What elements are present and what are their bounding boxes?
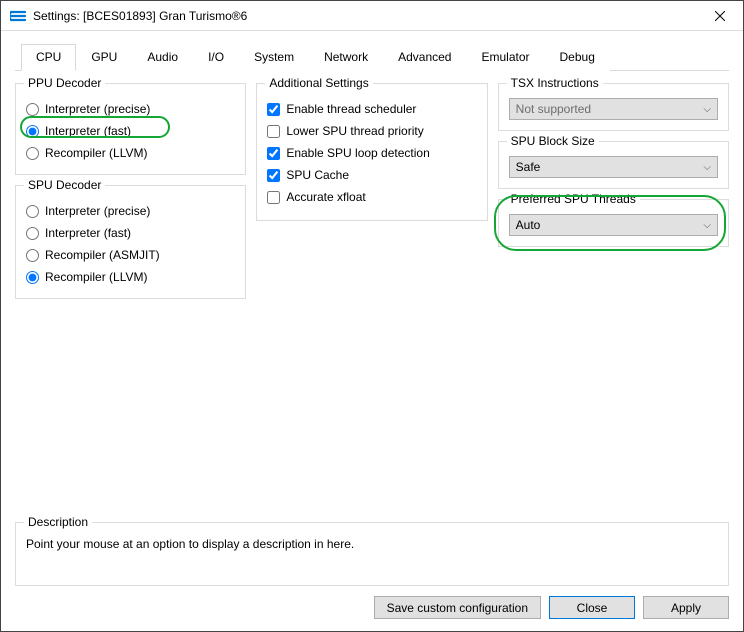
app-logo-icon — [9, 7, 27, 25]
check-row[interactable]: Enable SPU loop detection — [267, 142, 476, 164]
dialog-button-row: Save custom configuration Close Apply — [15, 586, 729, 631]
select-value: Auto — [516, 218, 541, 232]
chk-lower-spu-priority[interactable] — [267, 125, 280, 138]
client-area: CPU GPU Audio I/O System Network Advance… — [1, 31, 743, 631]
chk-thread-scheduler[interactable] — [267, 103, 280, 116]
titlebar: Settings: [BCES01893] Gran Turismo®6 — [1, 1, 743, 31]
tab-system[interactable]: System — [239, 44, 309, 71]
chevron-down-icon: ⌵ — [703, 104, 711, 115]
column-mid: Additional Settings Enable thread schedu… — [256, 77, 487, 309]
group-description: Description Point your mouse at an optio… — [15, 522, 729, 586]
tab-network[interactable]: Network — [309, 44, 383, 71]
ppu-radio-label: Interpreter (precise) — [45, 102, 150, 116]
radio-row[interactable]: Recompiler (ASMJIT) — [26, 244, 235, 266]
group-spu-block-size: SPU Block Size Safe ⌵ — [498, 141, 729, 189]
tab-debug[interactable]: Debug — [545, 44, 610, 71]
column-left: PPU Decoder Interpreter (precise) Interp… — [15, 77, 246, 309]
chk-spu-loop-detection[interactable] — [267, 147, 280, 160]
group-legend: Description — [24, 515, 92, 529]
select-value: Not supported — [516, 102, 591, 116]
chk-label: Accurate xfloat — [286, 190, 365, 204]
radio-row[interactable]: Interpreter (precise) — [26, 200, 235, 222]
ppu-radio-fast[interactable] — [26, 125, 39, 138]
chevron-down-icon: ⌵ — [703, 162, 711, 173]
ppu-radio-precise[interactable] — [26, 103, 39, 116]
radio-row[interactable]: Recompiler (LLVM) — [26, 266, 235, 288]
spu-radio-label: Interpreter (precise) — [45, 204, 150, 218]
group-legend: Additional Settings — [265, 76, 372, 90]
radio-row[interactable]: Interpreter (fast) — [26, 120, 235, 142]
group-preferred-spu-threads: Preferred SPU Threads Auto ⌵ — [498, 199, 729, 247]
check-row[interactable]: Accurate xfloat — [267, 186, 476, 208]
chk-label: SPU Cache — [286, 168, 349, 182]
spu-radio-label: Recompiler (LLVM) — [45, 270, 147, 284]
group-legend: SPU Decoder — [24, 178, 105, 192]
group-spu-decoder: SPU Decoder Interpreter (precise) Interp… — [15, 185, 246, 299]
group-legend: TSX Instructions — [507, 76, 603, 90]
apply-button[interactable]: Apply — [643, 596, 729, 619]
spu-radio-fast[interactable] — [26, 227, 39, 240]
tabstrip: CPU GPU Audio I/O System Network Advance… — [15, 43, 729, 71]
chk-accurate-xfloat[interactable] — [267, 191, 280, 204]
chevron-down-icon: ⌵ — [703, 220, 711, 231]
chk-label: Enable SPU loop detection — [286, 146, 429, 160]
group-tsx: TSX Instructions Not supported ⌵ — [498, 83, 729, 131]
group-ppu-decoder: PPU Decoder Interpreter (precise) Interp… — [15, 83, 246, 175]
close-button[interactable]: Close — [549, 596, 635, 619]
radio-row[interactable]: Interpreter (precise) — [26, 98, 235, 120]
ppu-radio-label: Interpreter (fast) — [45, 124, 131, 138]
radio-row[interactable]: Recompiler (LLVM) — [26, 142, 235, 164]
select-value: Safe — [516, 160, 541, 174]
column-right: TSX Instructions Not supported ⌵ SPU Blo… — [498, 77, 729, 309]
group-legend: Preferred SPU Threads — [507, 192, 640, 206]
spu-radio-label: Recompiler (ASMJIT) — [45, 248, 160, 262]
radio-row[interactable]: Interpreter (fast) — [26, 222, 235, 244]
chk-spu-cache[interactable] — [267, 169, 280, 182]
select-tsx: Not supported ⌵ — [509, 98, 718, 120]
window-title: Settings: [BCES01893] Gran Turismo®6 — [33, 9, 697, 23]
spu-radio-precise[interactable] — [26, 205, 39, 218]
tab-io[interactable]: I/O — [193, 44, 239, 71]
spu-radio-asmjit[interactable] — [26, 249, 39, 262]
window-close-button[interactable] — [697, 1, 743, 31]
select-preferred-spu-threads[interactable]: Auto ⌵ — [509, 214, 718, 236]
check-row[interactable]: Lower SPU thread priority — [267, 120, 476, 142]
tab-emulator[interactable]: Emulator — [466, 44, 544, 71]
check-row[interactable]: SPU Cache — [267, 164, 476, 186]
check-row[interactable]: Enable thread scheduler — [267, 98, 476, 120]
chk-label: Lower SPU thread priority — [286, 124, 423, 138]
tab-gpu[interactable]: GPU — [76, 44, 132, 71]
group-legend: SPU Block Size — [507, 134, 599, 148]
ppu-radio-llvm[interactable] — [26, 147, 39, 160]
group-additional-settings: Additional Settings Enable thread schedu… — [256, 83, 487, 221]
tab-advanced[interactable]: Advanced — [383, 44, 466, 71]
tab-cpu[interactable]: CPU — [21, 44, 76, 71]
chk-label: Enable thread scheduler — [286, 102, 416, 116]
spu-radio-label: Interpreter (fast) — [45, 226, 131, 240]
save-custom-config-button[interactable]: Save custom configuration — [374, 596, 541, 619]
spu-radio-llvm[interactable] — [26, 271, 39, 284]
description-text: Point your mouse at an option to display… — [26, 537, 718, 551]
tab-audio[interactable]: Audio — [132, 44, 193, 71]
select-spu-block-size[interactable]: Safe ⌵ — [509, 156, 718, 178]
ppu-radio-label: Recompiler (LLVM) — [45, 146, 147, 160]
tab-body-cpu: PPU Decoder Interpreter (precise) Interp… — [15, 71, 729, 631]
group-legend: PPU Decoder — [24, 76, 105, 90]
